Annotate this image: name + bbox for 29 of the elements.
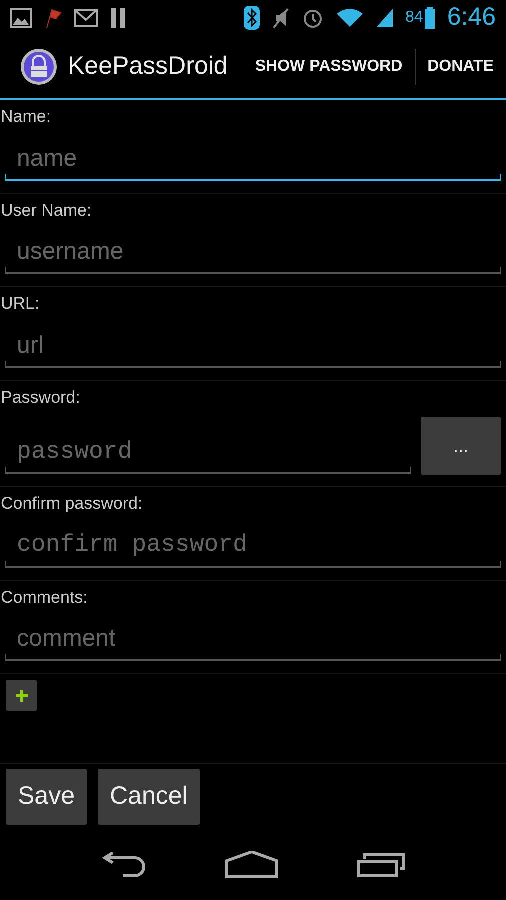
signal-icon bbox=[376, 8, 394, 28]
alarm-icon bbox=[302, 7, 324, 29]
save-button[interactable]: Save bbox=[6, 769, 87, 825]
home-icon bbox=[225, 851, 279, 879]
flag-icon bbox=[44, 7, 62, 29]
lock-icon bbox=[20, 48, 58, 86]
field-label: Comments: bbox=[0, 586, 89, 608]
action-button[interactable]: DONATE bbox=[416, 47, 506, 87]
battery-icon bbox=[425, 7, 436, 29]
recent-apps-icon bbox=[357, 852, 407, 878]
field-label: User Name: bbox=[0, 200, 93, 222]
picture-icon bbox=[10, 8, 32, 28]
battery-level: 84 bbox=[406, 8, 424, 28]
pause-icon bbox=[110, 7, 126, 29]
generate-button[interactable]: ... bbox=[421, 417, 501, 475]
clock: 6:46 bbox=[447, 2, 496, 34]
cancel-button[interactable]: Cancel bbox=[98, 769, 200, 825]
field-label: Password: bbox=[0, 386, 82, 408]
add-button[interactable] bbox=[6, 680, 37, 711]
mail-icon bbox=[74, 9, 98, 27]
field-label: URL: bbox=[0, 293, 41, 315]
wifi-icon bbox=[336, 8, 364, 28]
action-button[interactable]: SHOW PASSWORD bbox=[243, 47, 415, 87]
field-label: Name: bbox=[0, 106, 52, 128]
plus-icon bbox=[16, 690, 28, 702]
app-title: KeePassDroid bbox=[68, 51, 229, 82]
muted-icon bbox=[272, 7, 290, 29]
field-label: Confirm password: bbox=[0, 493, 144, 515]
bluetooth-icon bbox=[244, 6, 260, 30]
